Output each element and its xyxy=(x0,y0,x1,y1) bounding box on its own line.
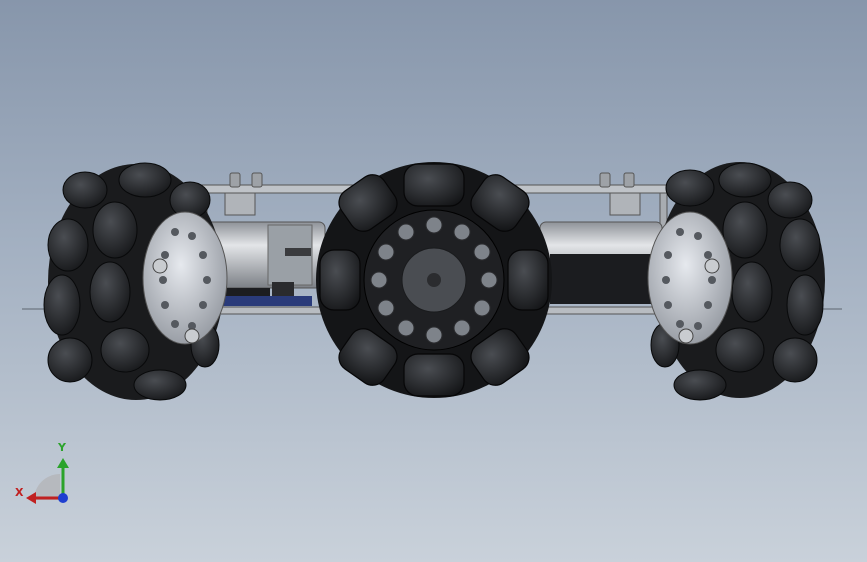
right-hub-plate xyxy=(647,211,733,345)
triad-x-label: X xyxy=(15,486,24,499)
hub-bolt xyxy=(704,258,720,274)
standoff xyxy=(229,172,241,188)
hub-bolt xyxy=(678,328,694,344)
left-hub-plate xyxy=(142,211,228,345)
standoff xyxy=(623,172,635,188)
center-omni-wheel[interactable] xyxy=(316,162,552,398)
hub-bolt xyxy=(184,328,200,344)
axis-triad xyxy=(26,458,69,504)
cad-viewport[interactable]: Y X xyxy=(0,0,867,562)
standoff xyxy=(599,172,611,188)
motor-bracket xyxy=(609,192,641,216)
axle-bore xyxy=(427,273,441,287)
model-render[interactable] xyxy=(0,0,867,562)
hub-bolt xyxy=(152,258,168,274)
z-axis-dot xyxy=(58,493,68,503)
standoff xyxy=(251,172,263,188)
right-omni-wheel[interactable] xyxy=(647,162,825,401)
left-omni-wheel[interactable] xyxy=(43,162,228,401)
motor-bracket xyxy=(224,192,256,216)
battery-pack xyxy=(550,254,660,304)
triad-y-label: Y xyxy=(58,441,66,454)
